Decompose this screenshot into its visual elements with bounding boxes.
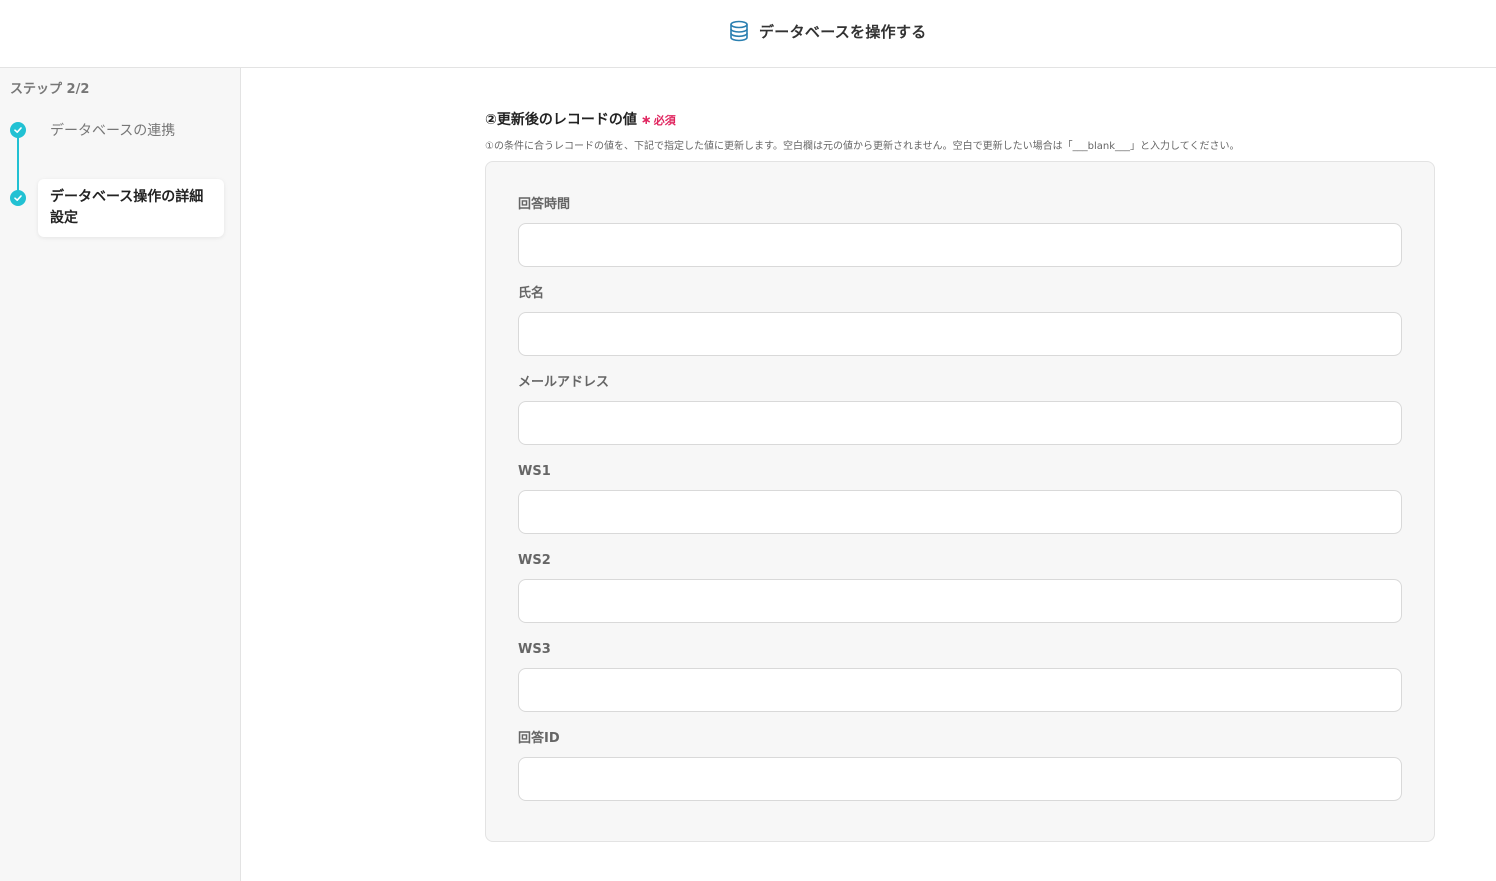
ws3-input[interactable] <box>518 668 1402 712</box>
section-heading: ②更新後のレコードの値 ∗ 必須 <box>485 109 676 129</box>
ws2-input[interactable] <box>518 579 1402 623</box>
field-label: 回答ID <box>518 731 560 746</box>
field-full-name: 氏名 <box>518 285 1402 356</box>
header-title-group: データベースを操作する <box>729 19 927 43</box>
step-counter: ステップ 2/2 <box>10 82 90 97</box>
record-values-panel: 回答時間 氏名 メールアドレス WS1 WS2 WS3 回答ID <box>485 161 1435 842</box>
ws1-input[interactable] <box>518 490 1402 534</box>
field-answer-id: 回答ID <box>518 730 1402 801</box>
answer-time-input[interactable] <box>518 223 1402 267</box>
field-ws1: WS1 <box>518 463 1402 534</box>
field-answer-time: 回答時間 <box>518 196 1402 267</box>
section-title: ②更新後のレコードの値 <box>485 112 637 128</box>
sidebar-step-operation-details[interactable]: データベース操作の詳細設定 <box>38 179 224 237</box>
field-label: WS2 <box>518 553 551 568</box>
database-icon <box>730 20 748 42</box>
step-1-check-icon <box>10 122 26 138</box>
required-badge: ∗ 必須 <box>641 112 676 128</box>
step-connector-line <box>17 130 19 198</box>
top-header: データベースを操作する <box>0 0 1496 68</box>
asterisk-icon: ∗ <box>640 113 652 128</box>
step-2-check-icon <box>10 190 26 206</box>
step-sidebar: ステップ 2/2 データベースの連携 データベース操作の詳細設定 <box>0 68 241 881</box>
field-label: 氏名 <box>518 286 545 301</box>
field-ws2: WS2 <box>518 552 1402 623</box>
field-email: メールアドレス <box>518 374 1402 445</box>
section-description: ①の条件に合うレコードの値を、下記で指定した値に更新します。空白欄は元の値から更… <box>485 141 1240 152</box>
field-label: WS3 <box>518 642 551 657</box>
sidebar-step-database-link[interactable]: データベースの連携 <box>50 120 175 140</box>
field-label: WS1 <box>518 464 551 479</box>
page-title: データベースを操作する <box>759 22 927 41</box>
field-ws3: WS3 <box>518 641 1402 712</box>
field-label: 回答時間 <box>518 197 571 212</box>
email-input[interactable] <box>518 401 1402 445</box>
field-label: メールアドレス <box>518 375 610 390</box>
required-label: 必須 <box>653 114 676 127</box>
full-name-input[interactable] <box>518 312 1402 356</box>
answer-id-input[interactable] <box>518 757 1402 801</box>
